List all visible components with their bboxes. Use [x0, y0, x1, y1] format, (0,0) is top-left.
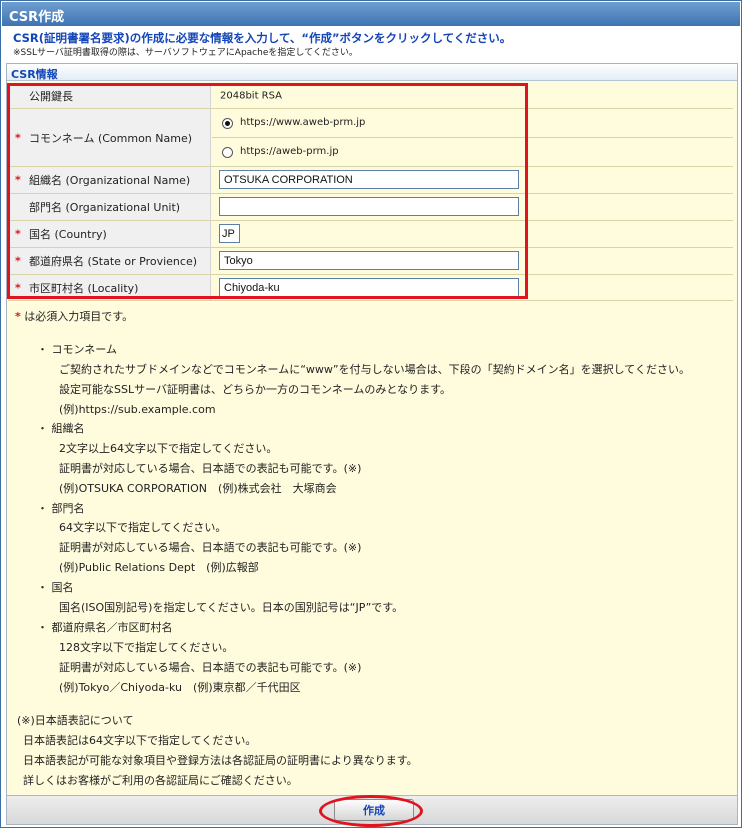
- footnote-line: 詳しくはお客様がご利用の各認証局にご確認ください。: [23, 774, 298, 787]
- row-country: * 国名 (Country): [8, 221, 733, 248]
- common-name-label: コモンネーム (Common Name): [29, 131, 193, 145]
- label-cell: 公開鍵長: [8, 83, 211, 108]
- radio-button-selected[interactable]: [222, 118, 233, 129]
- footnote-line: 日本語表記が可能な対象項目や登録方法は各認証局の証明書により異なります。: [23, 754, 418, 767]
- note-line: ご契約されたサブドメインなどでコモンネームに“www”を付与しない場合は、下段の…: [59, 363, 690, 376]
- action-bar: 作成: [7, 795, 737, 824]
- org-unit-input[interactable]: [219, 197, 519, 216]
- required-mark: *: [15, 310, 21, 323]
- radio-label-bare: https://aweb-prm.jp: [240, 146, 339, 157]
- required-mark: *: [15, 173, 21, 187]
- note-title: ・ 組織名: [37, 422, 85, 435]
- row-locality: * 市区町村名 (Locality): [8, 275, 733, 301]
- note-line: 証明書が対応している場合、日本語での表記も可能です。(※): [59, 541, 362, 554]
- note-line: 証明書が対応している場合、日本語での表記も可能です。(※): [59, 661, 362, 674]
- note-title: ・ 部門名: [37, 502, 85, 515]
- key-length-value: 2048bit RSA: [220, 90, 282, 101]
- radio-label-www: https://www.aweb-prm.jp: [240, 117, 366, 128]
- required-note: * は必須入力項目です。: [15, 308, 133, 324]
- note-line: (例)Tokyo／Chiyoda-ku (例)東京都／千代田区: [59, 681, 301, 694]
- locality-input[interactable]: [219, 278, 519, 297]
- required-mark: *: [15, 281, 21, 294]
- label-cell: 部門名 (Organizational Unit): [8, 194, 211, 220]
- value-cell: [212, 167, 733, 193]
- note-line: (例)https://sub.example.com: [59, 403, 216, 416]
- radio-option-www[interactable]: https://www.aweb-prm.jp: [212, 109, 733, 138]
- required-mark: *: [15, 254, 21, 268]
- footnote-line: 日本語表記は64文字以下で指定してください。: [23, 734, 257, 747]
- note-line: (例)OTSUKA CORPORATION (例)株式会社 大塚商会: [59, 482, 337, 495]
- required-mark: *: [15, 227, 21, 241]
- row-common-name: * コモンネーム (Common Name) https://www.aweb-…: [8, 109, 733, 167]
- create-button[interactable]: 作成: [334, 799, 414, 821]
- note-line: 証明書が対応している場合、日本語での表記も可能です。(※): [59, 462, 362, 475]
- note-line: 64文字以下で指定してください。: [59, 521, 227, 534]
- label-cell: * 組織名 (Organizational Name): [8, 167, 211, 193]
- country-label: 国名 (Country): [29, 228, 107, 241]
- csr-dialog: CSR作成 CSR(証明書署名要求)の作成に必要な情報を入力して、“作成”ボタン…: [0, 0, 742, 828]
- window-title: CSR作成: [2, 2, 740, 26]
- row-organization: * 組織名 (Organizational Name): [8, 167, 733, 194]
- value-cell: 2048bit RSA: [212, 83, 733, 108]
- note-line: 128文字以下で指定してください。: [59, 641, 234, 654]
- note-title: ・ 国名: [37, 581, 74, 594]
- row-state: * 都道府県名 (State or Provience): [8, 248, 733, 275]
- label-cell: * 国名 (Country): [8, 221, 211, 247]
- organization-input[interactable]: [219, 170, 519, 189]
- value-cell: [212, 194, 733, 220]
- intro-instruction: CSR(証明書署名要求)の作成に必要な情報を入力して、“作成”ボタンをクリックし…: [13, 31, 512, 45]
- locality-label: 市区町村名 (Locality): [29, 281, 139, 295]
- footnote-title: (※)日本語表記について: [17, 714, 134, 727]
- section-title: CSR情報: [7, 64, 737, 81]
- label-cell: * コモンネーム (Common Name): [8, 109, 211, 166]
- state-label: 都道府県名 (State or Provience): [29, 255, 198, 268]
- radio-button[interactable]: [222, 147, 233, 158]
- note-title: ・ コモンネーム: [37, 343, 117, 356]
- org-unit-label: 部門名 (Organizational Unit): [29, 201, 181, 214]
- note-line: 設定可能なSSLサーバ証明書は、どちらか一方のコモンネームのみとなります。: [59, 383, 452, 396]
- country-input[interactable]: [219, 224, 240, 243]
- value-cell: [212, 275, 733, 300]
- value-cell: [212, 221, 733, 247]
- radio-option-bare[interactable]: https://aweb-prm.jp: [212, 138, 733, 167]
- note-line: 2文字以上64文字以下で指定してください。: [59, 442, 278, 455]
- state-input[interactable]: [219, 251, 519, 270]
- required-mark: *: [15, 131, 21, 144]
- value-cell: [212, 248, 733, 274]
- required-note-text: は必須入力項目です。: [24, 310, 134, 323]
- label-cell: * 都道府県名 (State or Provience): [8, 248, 211, 274]
- row-key-length: 公開鍵長 2048bit RSA: [8, 83, 733, 109]
- note-title: ・ 都道府県名／市区町村名: [37, 621, 173, 634]
- key-length-label: 公開鍵長: [29, 89, 73, 103]
- label-cell: * 市区町村名 (Locality): [8, 275, 211, 300]
- organization-label: 組織名 (Organizational Name): [29, 174, 191, 187]
- note-line: (例)Public Relations Dept (例)広報部: [59, 561, 259, 574]
- intro-note: ※SSLサーバ証明書取得の際は、サーバソフトウェアにApacheを指定してくださ…: [13, 48, 358, 58]
- note-line: 国名(ISO国別記号)を指定してください。日本の国別記号は“JP”です。: [59, 601, 404, 614]
- row-org-unit: 部門名 (Organizational Unit): [8, 194, 733, 221]
